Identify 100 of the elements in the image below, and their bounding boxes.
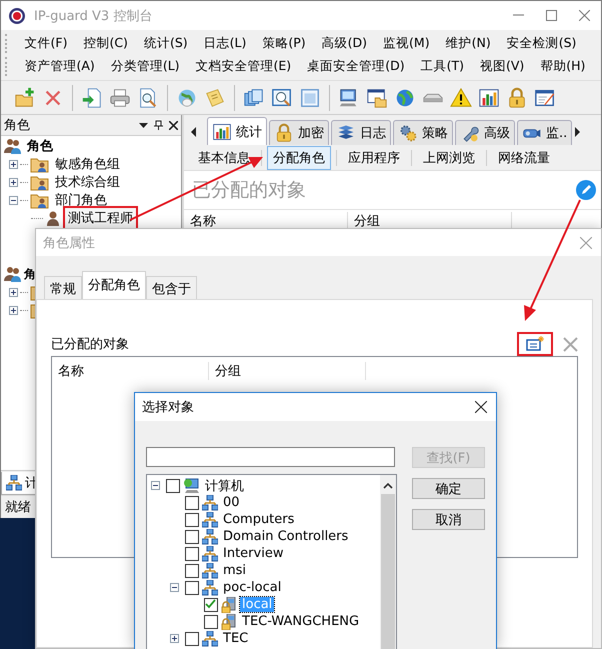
tree-item[interactable]: TEC-WANGCHENG xyxy=(240,614,362,629)
bar-chart-icon[interactable] xyxy=(478,86,500,108)
tab[interactable]: 策略 xyxy=(393,120,453,145)
windows-icon[interactable] xyxy=(243,86,265,108)
menu-item[interactable]: 帮助(H) xyxy=(534,58,591,75)
window-icon[interactable] xyxy=(299,86,321,108)
warning-icon[interactable] xyxy=(450,86,472,108)
sub-tab[interactable]: 上网浏览 xyxy=(417,146,481,170)
network-icon xyxy=(202,580,218,596)
menu-item[interactable]: 日志(L) xyxy=(198,35,252,52)
bar-chart-icon xyxy=(212,122,232,142)
document-arrow-icon[interactable] xyxy=(81,86,103,108)
checkbox[interactable] xyxy=(204,598,218,612)
pin-icon[interactable] xyxy=(154,120,163,130)
tree-item[interactable]: Computers xyxy=(221,512,296,527)
window-magnifier-icon[interactable] xyxy=(271,86,293,108)
search-field[interactable] xyxy=(146,447,395,467)
folder-plus-icon[interactable] xyxy=(14,86,36,108)
sub-tab[interactable]: 网络流量 xyxy=(492,146,556,170)
checkbox[interactable] xyxy=(185,546,199,560)
menu-item[interactable]: 高级(D) xyxy=(316,35,373,52)
menu-item[interactable]: 文件(F) xyxy=(19,35,73,52)
tree-item[interactable]: 角 xyxy=(24,266,36,282)
tab[interactable]: 常规 xyxy=(44,276,82,299)
tab[interactable]: 加密 xyxy=(269,120,329,145)
checkbox[interactable] xyxy=(166,478,180,492)
people-icon xyxy=(4,137,22,155)
expand-icon[interactable] xyxy=(170,634,179,643)
expand-icon[interactable] xyxy=(9,160,18,168)
add-list-icon xyxy=(526,336,544,352)
caret-down-icon[interactable] xyxy=(139,122,148,128)
close-icon[interactable] xyxy=(475,401,487,413)
menu-item[interactable]: 资产管理(A) xyxy=(19,58,100,75)
tab[interactable]: 包含于 xyxy=(146,276,197,299)
collapse-icon[interactable] xyxy=(151,481,160,490)
tab[interactable]: 日志 xyxy=(331,120,391,145)
checkbox[interactable] xyxy=(185,564,199,578)
tab[interactable]: 监.. xyxy=(517,120,572,145)
tree-item[interactable]: msi xyxy=(221,563,248,578)
collapse-icon[interactable] xyxy=(170,583,179,592)
column-header[interactable]: 名称 xyxy=(52,362,209,380)
maximize-icon[interactable] xyxy=(546,10,557,21)
tab[interactable]: 高级 xyxy=(455,120,515,145)
menu-item[interactable]: 维护(N) xyxy=(440,35,496,52)
expand-icon[interactable] xyxy=(9,288,18,296)
tree-item[interactable]: Domain Controllers xyxy=(221,529,350,544)
person-icon xyxy=(45,210,61,226)
tree-item[interactable]: TEC xyxy=(221,631,250,646)
close-icon[interactable] xyxy=(169,120,178,130)
menu-item[interactable]: 分类管理(L) xyxy=(105,58,186,75)
sub-tab[interactable]: 分配角色 xyxy=(267,146,331,170)
menu-item[interactable]: 控制(C) xyxy=(78,35,134,52)
checkbox[interactable] xyxy=(185,580,199,594)
menu-item[interactable]: 视图(V) xyxy=(474,58,530,75)
pane-title: 角色 xyxy=(4,117,31,134)
menu-item[interactable]: 策略(P) xyxy=(256,35,312,52)
column-header[interactable]: 分组 xyxy=(209,362,366,380)
tree-item[interactable]: poc-local xyxy=(221,580,284,595)
menu-item[interactable]: 桌面安全管理(D) xyxy=(302,58,410,75)
menu-item[interactable]: 监视(M) xyxy=(378,35,436,52)
checkbox[interactable] xyxy=(204,614,218,628)
expand-icon[interactable] xyxy=(9,178,18,186)
menu-item[interactable]: 文档安全管理(E) xyxy=(190,58,297,75)
collapse-icon[interactable] xyxy=(9,196,18,204)
scroll-up-icon[interactable] xyxy=(383,481,393,491)
menu-item[interactable]: 安全检测(S) xyxy=(501,35,582,52)
tree-item[interactable]: 角色 xyxy=(27,137,53,155)
tree-item[interactable]: Interview xyxy=(221,546,286,561)
tree-item[interactable]: 技术综合组 xyxy=(53,173,122,191)
sub-tab[interactable]: 应用程序 xyxy=(342,146,406,170)
menu-item[interactable]: 统计(S) xyxy=(138,35,194,52)
gears-icon xyxy=(398,123,418,143)
menu-item[interactable]: 工具(T) xyxy=(415,58,470,75)
add-button[interactable] xyxy=(517,332,553,356)
checkbox[interactable] xyxy=(185,512,199,526)
dialog-title: 角色属性 xyxy=(43,234,96,252)
tree-item[interactable]: 测试工程师 xyxy=(65,208,136,228)
padlock-icon xyxy=(274,123,294,143)
window-folder-icon[interactable] xyxy=(366,86,388,108)
checkbox[interactable] xyxy=(185,530,199,544)
ok-button[interactable]: 确定 xyxy=(412,478,485,499)
print-preview-icon[interactable] xyxy=(137,86,159,108)
padlock-icon[interactable] xyxy=(506,86,528,108)
window-title: IP-guard V3 控制台 xyxy=(34,8,154,24)
computer-lock-icon xyxy=(221,614,237,630)
tree-item[interactable]: 计算机 xyxy=(203,476,246,494)
cancel-button[interactable]: 取消 xyxy=(412,509,485,530)
tree-item[interactable]: 00 xyxy=(221,495,242,510)
sub-tab[interactable]: 基本信息 xyxy=(192,146,256,170)
checkbox[interactable] xyxy=(185,632,199,646)
scroll-left-icon[interactable] xyxy=(190,127,197,137)
scrollbar[interactable] xyxy=(380,475,396,649)
tree-item[interactable]: 部门角色 xyxy=(53,191,109,209)
pencil-icon[interactable] xyxy=(575,179,597,201)
tree-item[interactable]: 敏感角色组 xyxy=(53,155,122,173)
tab[interactable]: 分配角色 xyxy=(82,271,146,299)
expand-icon[interactable] xyxy=(9,306,18,314)
printer-icon[interactable] xyxy=(109,86,131,108)
checkbox[interactable] xyxy=(185,496,199,510)
tab[interactable]: 统计 xyxy=(207,117,267,145)
